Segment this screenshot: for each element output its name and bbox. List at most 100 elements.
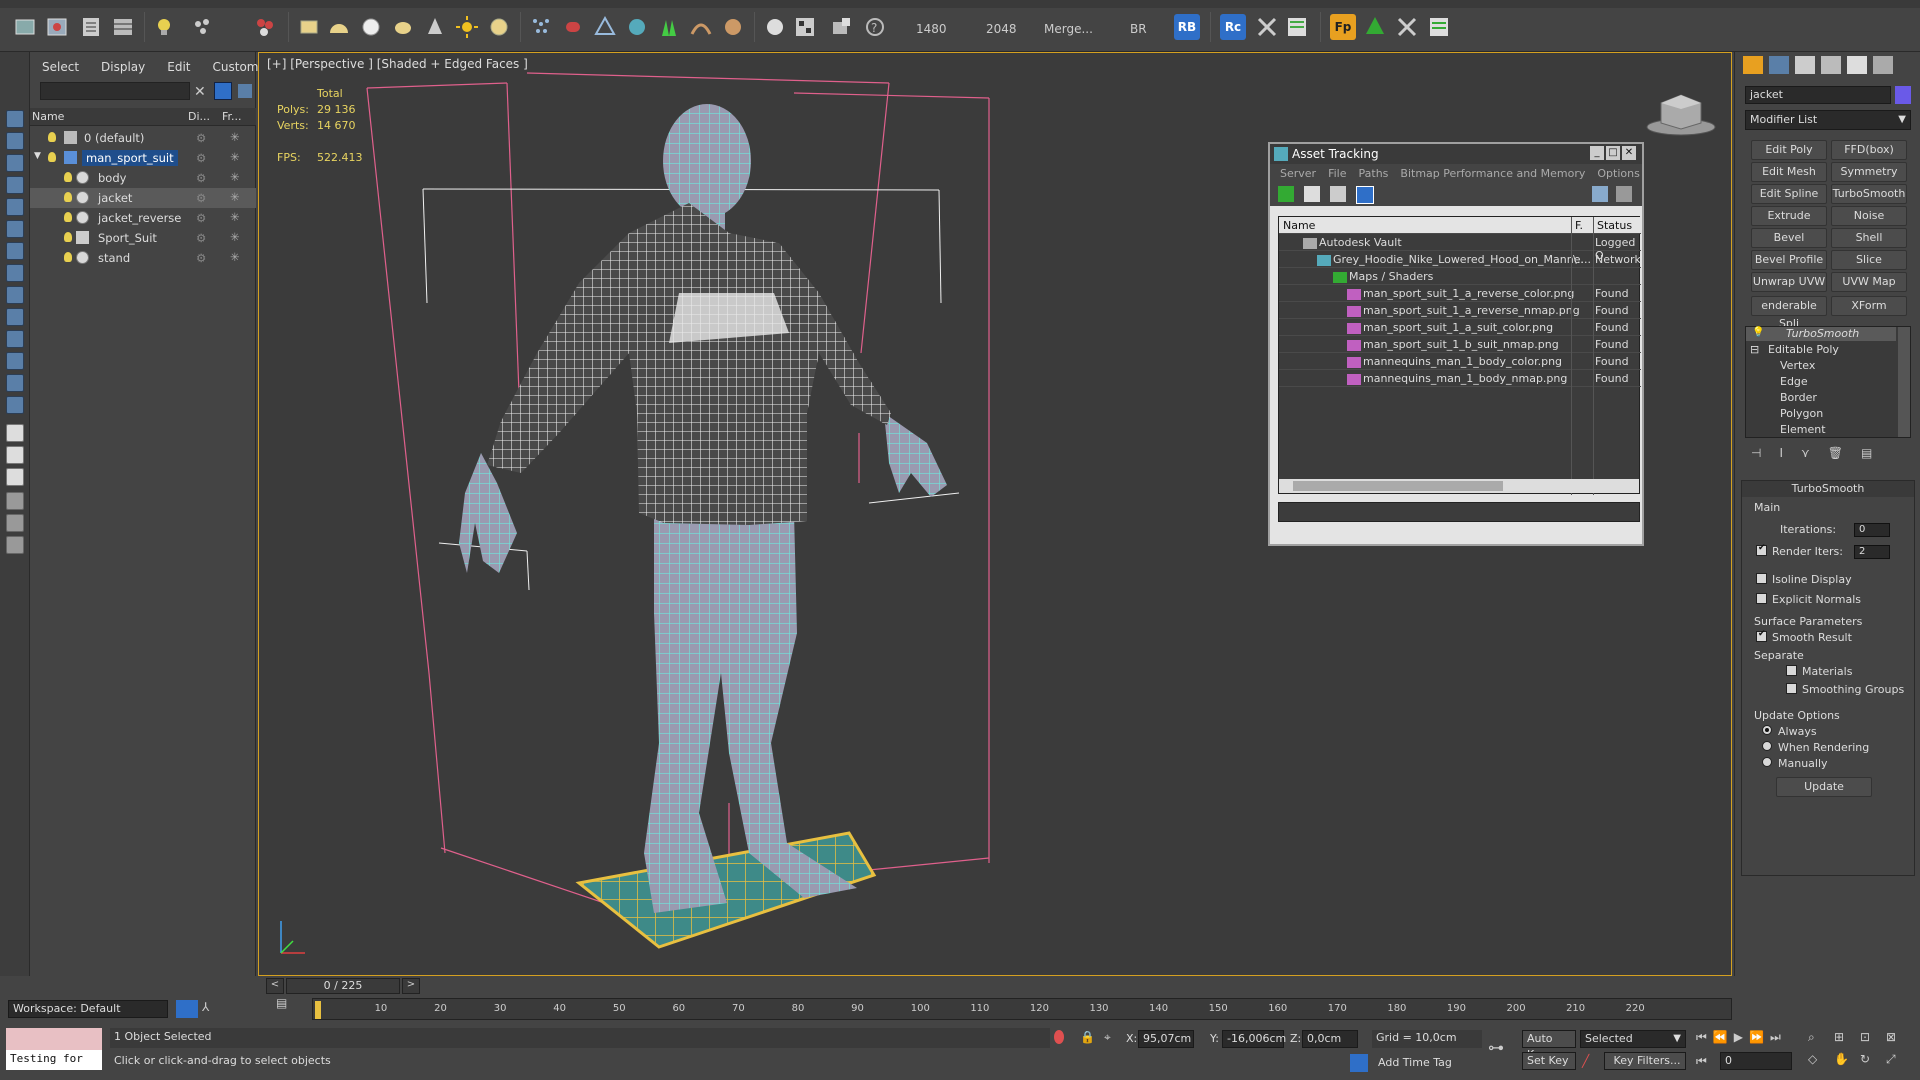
remove-modifier-icon[interactable]: 🗑 [1828,446,1843,464]
set-key-icon[interactable]: ╱ [1582,1054,1598,1070]
ffd-box-button[interactable]: FFD(box) [1831,140,1907,160]
asset-row[interactable]: Grey_Hoodie_Nike_Lowered_Hood_on_Manne..… [1279,251,1641,268]
grass-icon[interactable] [656,14,682,40]
explorer-select-icon[interactable] [6,110,24,128]
scrollbar-thumb[interactable] [1293,481,1503,491]
sky-icon[interactable] [486,14,512,40]
scene-explorer-toggle-icon[interactable]: ⅄ [202,1000,220,1018]
layer-manager-icon[interactable] [176,1000,198,1018]
scene-row-default[interactable]: 0 (default) ⚙ ✳ [30,128,256,148]
symmetry-button[interactable]: Symmetry [1831,162,1907,182]
tree-view-icon[interactable] [1330,186,1346,202]
stack-scrollbar[interactable] [1898,327,1910,437]
time-slider-next-icon[interactable]: > [402,978,420,994]
rb-button[interactable]: RB [1174,14,1200,40]
filter-toggle-icon[interactable] [214,82,232,100]
scene-row-jacket-reverse[interactable]: jacket_reverse ⚙ ✳ [30,208,256,228]
explorer-geometry-icon[interactable] [6,176,24,194]
zoom-extents-icon[interactable]: ⊡ [1860,1030,1882,1048]
expand-icon[interactable]: ⊟ [1750,343,1759,356]
asset-menu-paths[interactable]: Paths [1359,167,1389,180]
merge-button[interactable]: Merge... [1044,22,1093,36]
column-freeze[interactable]: Fr... [222,110,242,123]
field-of-view-icon[interactable]: ◇ [1808,1052,1830,1070]
sun-icon[interactable] [454,14,480,40]
asset-row[interactable]: man_sport_suit_1_a_reverse_color.png Fou… [1279,285,1641,302]
cluster-icon[interactable] [252,14,278,40]
zoom-extents-all-icon[interactable]: ⊠ [1886,1030,1908,1048]
always-radio[interactable] [1762,725,1772,735]
asset-menu-options[interactable]: Options [1597,167,1639,180]
hierarchy-tab-icon[interactable] [1795,56,1815,74]
play-icon[interactable]: ▶ [1734,1030,1743,1045]
fp-button[interactable]: Fp [1330,14,1356,40]
utilities-tab-icon[interactable] [1873,56,1893,74]
workspace-dropdown[interactable]: Workspace: Default [8,1000,168,1018]
asset-menu-server[interactable]: Server [1280,167,1316,180]
filter-icon[interactable] [6,492,24,510]
freeze-icon[interactable]: ✳ [230,170,240,184]
moon-icon[interactable] [220,14,246,40]
unwrap-uvw-button[interactable]: Unwrap UVW [1751,272,1827,292]
modifier-list-dropdown[interactable]: Modifier List ▼ [1745,110,1911,130]
explorer-doc-icon[interactable] [6,468,24,486]
xform-button[interactable]: XForm [1831,296,1907,316]
table-icon[interactable] [110,14,136,40]
dome-icon[interactable] [326,14,352,40]
iterations-spinner[interactable]: 0 [1854,523,1890,537]
visibility-bulb-icon[interactable] [48,132,56,142]
extrude-button[interactable]: Extrude [1751,206,1827,226]
table-view-icon[interactable] [1356,186,1374,204]
key-icon[interactable]: ⊶ [1488,1038,1504,1057]
explorer-list-icon[interactable] [6,424,24,442]
undo-icon[interactable] [12,14,38,40]
box-icon[interactable] [296,14,322,40]
update-button[interactable]: Update [1776,777,1872,797]
asset-menu-bitmap[interactable]: Bitmap Performance and Memory [1400,167,1585,180]
x-coordinate-field[interactable]: 95,07cm [1138,1030,1194,1048]
wrench-icon[interactable] [1394,14,1420,40]
visibility-bulb-icon[interactable] [64,192,72,202]
display-toggle-icon[interactable]: ⚙ [196,131,206,145]
light-icon[interactable] [152,14,178,40]
viewcube-icon[interactable] [1641,83,1721,143]
asset-col-name[interactable]: Name [1283,219,1315,232]
edit-poly-button[interactable]: Edit Poly [1751,140,1827,160]
asset-title-bar[interactable]: Asset Tracking _ □ ✕ [1270,144,1642,164]
freeze-icon[interactable]: ✳ [230,210,240,224]
object-name-field[interactable]: jacket [1745,86,1891,104]
asset-path-field[interactable] [1278,502,1640,522]
particle-icon[interactable] [190,14,216,40]
visibility-bulb-icon[interactable] [64,232,72,242]
edit-mesh-button[interactable]: Edit Mesh [1751,162,1827,182]
asset-row[interactable]: Maps / Shaders [1279,268,1641,285]
explorer-helpers-icon[interactable] [6,264,24,282]
scene-row-jacket[interactable]: jacket ⚙ ✳ [30,188,256,208]
scene-row-body[interactable]: body ⚙ ✳ [30,168,256,188]
pan-icon[interactable]: ✋ [1834,1052,1856,1070]
pin-stack-icon[interactable]: ⊣ [1751,446,1761,464]
display-toggle-icon[interactable]: ⚙ [196,191,206,205]
asset-row[interactable]: man_sport_suit_1_a_reverse_nmap.png Foun… [1279,302,1641,319]
motion-tab-icon[interactable] [1821,56,1841,74]
freeze-icon[interactable]: ✳ [230,230,240,244]
help-icon[interactable]: ? [862,14,888,40]
display-toggle-icon[interactable]: ⚙ [196,231,206,245]
stack-item-edge[interactable]: Edge [1780,375,1808,388]
asset-menu-file[interactable]: File [1328,167,1346,180]
explorer-lights-icon[interactable] [6,220,24,238]
turbosmooth-button[interactable]: TurboSmooth [1831,184,1907,204]
uvw-map-button[interactable]: UVW Map [1831,272,1907,292]
current-frame-field[interactable]: 0 [1720,1052,1792,1070]
bevel-button[interactable]: Bevel [1751,228,1827,248]
track-bar-icon[interactable]: ▤ [276,996,296,1016]
select-link-icon[interactable] [44,14,70,40]
create-tab-icon[interactable] [1743,56,1763,74]
rollout-title[interactable]: TurboSmooth [1742,481,1914,497]
previous-frame-icon[interactable]: ⏪ [1713,1030,1728,1045]
list-icon[interactable] [78,14,104,40]
tree-icon[interactable] [1362,14,1388,40]
smoothing-groups-checkbox[interactable] [1786,683,1797,694]
go-to-end-icon[interactable]: ⏭ [1770,1030,1781,1045]
close-icon[interactable]: ✕ [1622,146,1636,160]
